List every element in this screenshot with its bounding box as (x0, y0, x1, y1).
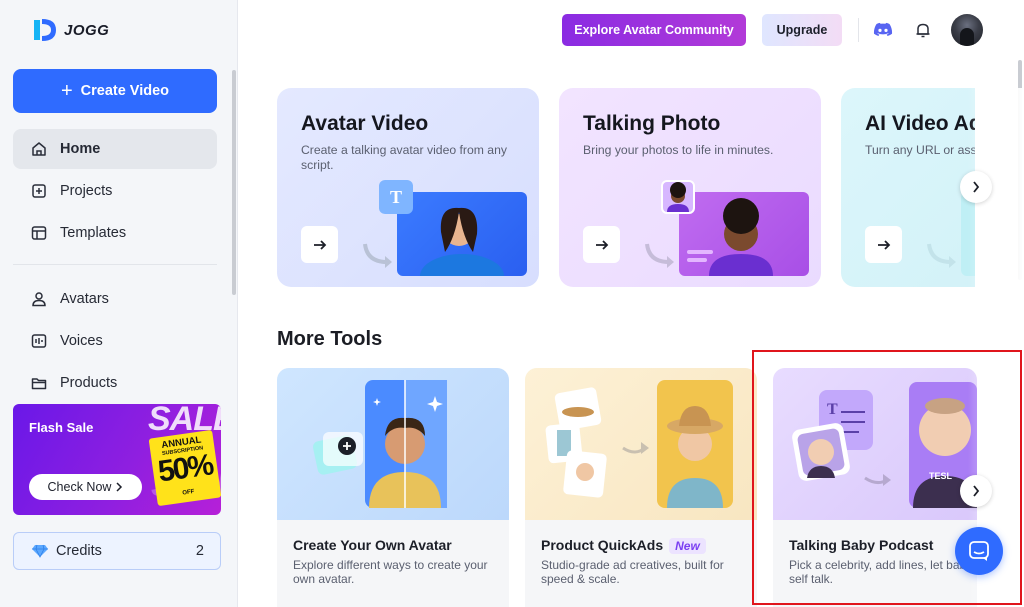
sidebar-item-label: Templates (60, 225, 127, 241)
credits-box[interactable]: Credits 2 (13, 532, 221, 570)
avatar-preview-panel (397, 192, 527, 287)
feature-arrow-button[interactable] (301, 226, 338, 263)
tool-image (525, 368, 757, 520)
photo-preview-panel (679, 192, 809, 276)
curved-arrow-icon (645, 243, 674, 268)
woman-avatar-illustration (420, 207, 504, 287)
bell-icon[interactable] (912, 19, 934, 41)
badge-off: OFF (182, 488, 195, 497)
tools-next-button[interactable] (960, 475, 992, 507)
plus-icon: + (60, 80, 73, 102)
sidebar-item-products[interactable]: Products (13, 363, 217, 403)
tool-title: Product QuickAds (541, 537, 664, 553)
logo-icon (34, 19, 56, 41)
tool-title-row: Product QuickAds New (541, 537, 706, 554)
feature-arrow-button[interactable] (865, 226, 902, 263)
svg-text:T: T (827, 401, 838, 418)
sidebar-item-projects[interactable]: Projects (13, 171, 217, 211)
create-video-label: Create Video (80, 83, 170, 99)
tool-card-product-quickads[interactable]: Product QuickAds New Studio-grade ad crea… (525, 368, 757, 607)
feature-card-ai-video-ads[interactable]: AI Video Ads Turn any URL or asset into … (841, 88, 975, 287)
feature-title: Talking Photo (583, 112, 721, 135)
tool-desc: Studio-grade ad creatives, built for spe… (541, 558, 724, 586)
upgrade-button[interactable]: Upgrade (762, 14, 842, 46)
credits-count: 2 (195, 543, 204, 559)
tool-image (277, 368, 509, 520)
feature-title: AI Video Ads (865, 112, 975, 135)
curved-arrow-icon (927, 243, 956, 268)
credits-label: Credits (56, 543, 102, 559)
text-t-icon: T (379, 180, 413, 214)
home-icon (32, 142, 46, 156)
check-now-label: Check Now (47, 480, 112, 494)
photo-thumbnail (661, 180, 695, 214)
sidebar-item-label: Voices (60, 333, 103, 349)
tool-card-create-avatar[interactable]: Create Your Own Avatar Explore different… (277, 368, 509, 607)
sidebar-item-avatars[interactable]: Avatars (13, 279, 217, 319)
svg-text:TESL: TESL (929, 471, 953, 481)
discount-badge: ANNUAL SUBSCRIPTION 50%OFF (148, 429, 221, 507)
arrow-right-icon (595, 239, 608, 250)
chevron-right-icon (973, 485, 980, 497)
tool-title: Create Your Own Avatar (293, 537, 452, 553)
new-badge: New (669, 538, 706, 554)
sidebar-item-label: Projects (60, 183, 113, 199)
sidebar: JOGG + Create Video Home Projects Templa… (0, 0, 238, 607)
sidebar-item-label: Home (60, 141, 101, 157)
chevron-right-icon (973, 181, 980, 193)
feature-title: Avatar Video (301, 112, 429, 135)
user-avatar[interactable] (951, 14, 983, 46)
tool-desc: Explore different ways to create your ow… (293, 558, 488, 586)
explore-avatar-community-button[interactable]: Explore Avatar Community (562, 14, 746, 46)
sidebar-item-home[interactable]: Home (13, 129, 217, 169)
chevron-right-icon (116, 482, 123, 492)
tool-image: TESL T (773, 368, 977, 520)
tool-desc: Pick a celebrity, add lines, let baby se… (789, 558, 973, 586)
header-divider (858, 18, 859, 42)
sidebar-scrollbar[interactable] (232, 70, 236, 295)
check-now-button[interactable]: Check Now (29, 474, 142, 500)
tool-title: Talking Baby Podcast (789, 537, 934, 553)
flash-sale-banner[interactable]: SALE SALE Flash Sale ANNUAL SUBSCRIPTION… (13, 404, 221, 515)
badge-percent: 50% (156, 448, 215, 489)
sidebar-item-label: Avatars (60, 291, 109, 307)
sidebar-divider (13, 264, 217, 265)
tool-card-talking-baby-podcast[interactable]: TESL T Talking Baby Podcast Pick a celeb… (773, 368, 977, 607)
chat-icon (969, 541, 989, 561)
features-next-button[interactable] (960, 171, 992, 203)
create-video-button[interactable]: + Create Video (13, 69, 217, 113)
logo[interactable]: JOGG (30, 16, 109, 44)
chat-support-button[interactable] (955, 527, 1003, 575)
products-icon (31, 378, 47, 390)
feature-desc: Bring your photos to life in minutes. (583, 143, 774, 157)
feature-card-avatar-video[interactable]: Avatar Video Create a talking avatar vid… (277, 88, 539, 287)
diamond-icon (32, 544, 48, 558)
projects-icon (32, 184, 46, 198)
more-tools-title: More Tools (277, 328, 383, 350)
sidebar-item-voices[interactable]: Voices (13, 321, 217, 361)
templates-icon (31, 226, 47, 240)
avatar-icon (32, 292, 46, 307)
arrow-right-icon (877, 239, 890, 250)
discord-icon[interactable] (872, 19, 894, 41)
flash-sale-title: Flash Sale (29, 420, 94, 435)
man-avatar-illustration (687, 198, 773, 276)
voice-icon (31, 334, 47, 348)
logo-text: JOGG (64, 21, 110, 39)
feature-desc: Turn any URL or asset into video ads. (865, 143, 975, 157)
sidebar-item-label: Products (60, 375, 118, 391)
feature-arrow-button[interactable] (583, 226, 620, 263)
feature-card-talking-photo[interactable]: Talking Photo Bring your photos to life … (559, 88, 821, 287)
arrow-right-icon (313, 239, 326, 250)
sidebar-item-templates[interactable]: Templates (13, 213, 217, 253)
feature-desc: Create a talking avatar video from any s… (301, 143, 507, 172)
curved-arrow-icon (363, 243, 392, 268)
